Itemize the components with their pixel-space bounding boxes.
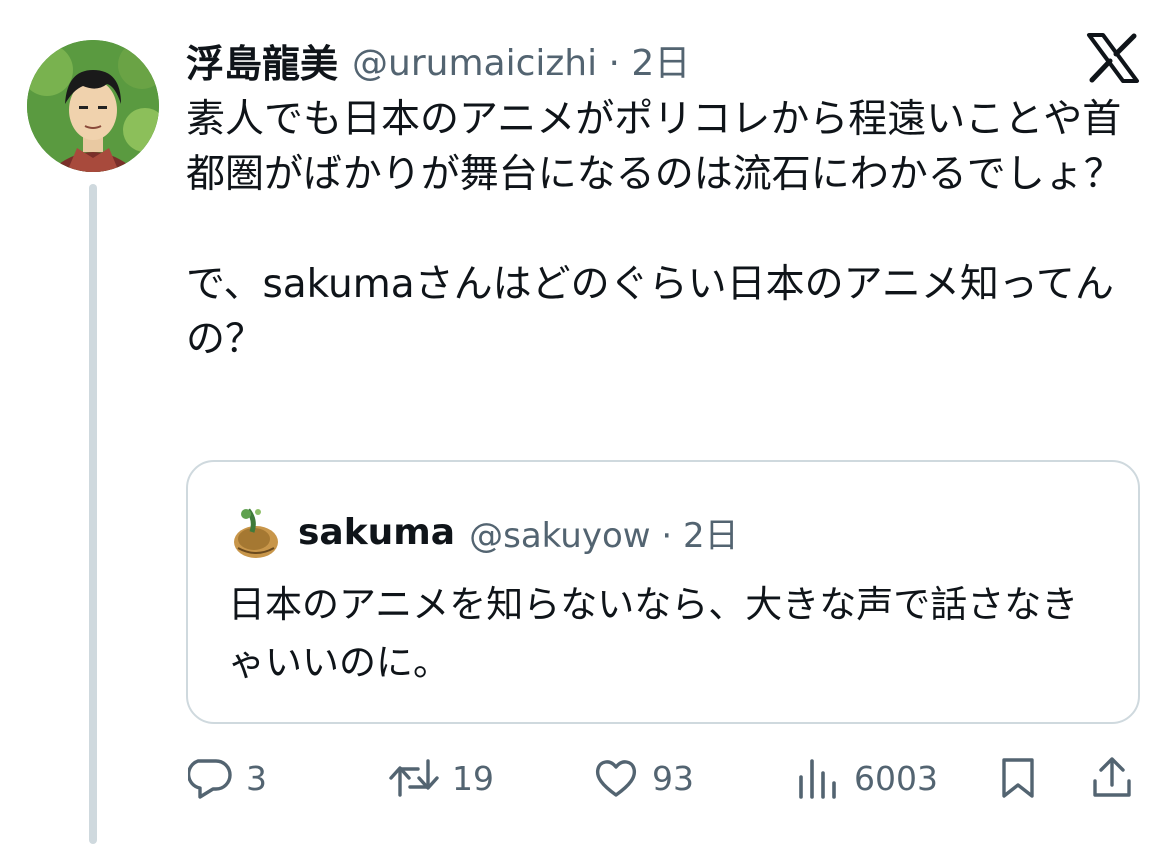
quoted-tweet-text: 日本のアニメを知らないなら、大きな声で話さなきゃいいのに。 bbox=[228, 583, 1079, 684]
bookmark-button[interactable] bbox=[998, 748, 1038, 808]
share-icon bbox=[1090, 755, 1134, 801]
reply-button[interactable]: 3 bbox=[188, 748, 267, 808]
bookmark-icon bbox=[998, 755, 1038, 801]
like-button[interactable]: 93 bbox=[592, 748, 694, 808]
views-count: 6003 bbox=[854, 758, 938, 798]
tweet-text: 素人でも日本のアニメがポリコレから程遠いことや首都圏がばかりが舞台になるのは流石… bbox=[186, 97, 1123, 362]
views-icon bbox=[796, 755, 842, 801]
quoted-author-display-name: sakuma bbox=[298, 511, 456, 553]
quoted-tweet-header: sakuma @sakuyow · 2日 bbox=[298, 506, 739, 558]
tweet-header: 浮島龍美 @urumaicizhi · 2日 bbox=[186, 30, 690, 90]
heart-icon bbox=[592, 755, 640, 801]
quoted-author-avatar bbox=[224, 502, 284, 562]
quoted-author-handle-time: @sakuyow · 2日 bbox=[469, 515, 739, 556]
author-display-name[interactable]: 浮島龍美 bbox=[186, 33, 338, 88]
like-count: 93 bbox=[652, 758, 694, 798]
reply-icon bbox=[188, 755, 234, 801]
reply-count: 3 bbox=[246, 758, 267, 798]
author-avatar[interactable] bbox=[27, 40, 159, 172]
thread-line bbox=[89, 184, 97, 844]
retweet-button[interactable]: 19 bbox=[388, 748, 494, 808]
retweet-icon bbox=[388, 755, 440, 801]
author-handle-time[interactable]: @urumaicizhi · 2日 bbox=[352, 34, 690, 86]
x-logo-icon bbox=[1086, 33, 1140, 83]
quoted-tweet-card[interactable]: sakuma @sakuyow · 2日 日本のアニメを知らないなら、大きな声で… bbox=[186, 460, 1140, 724]
views-button[interactable]: 6003 bbox=[796, 748, 938, 808]
share-button[interactable] bbox=[1090, 748, 1134, 808]
retweet-count: 19 bbox=[452, 758, 494, 798]
